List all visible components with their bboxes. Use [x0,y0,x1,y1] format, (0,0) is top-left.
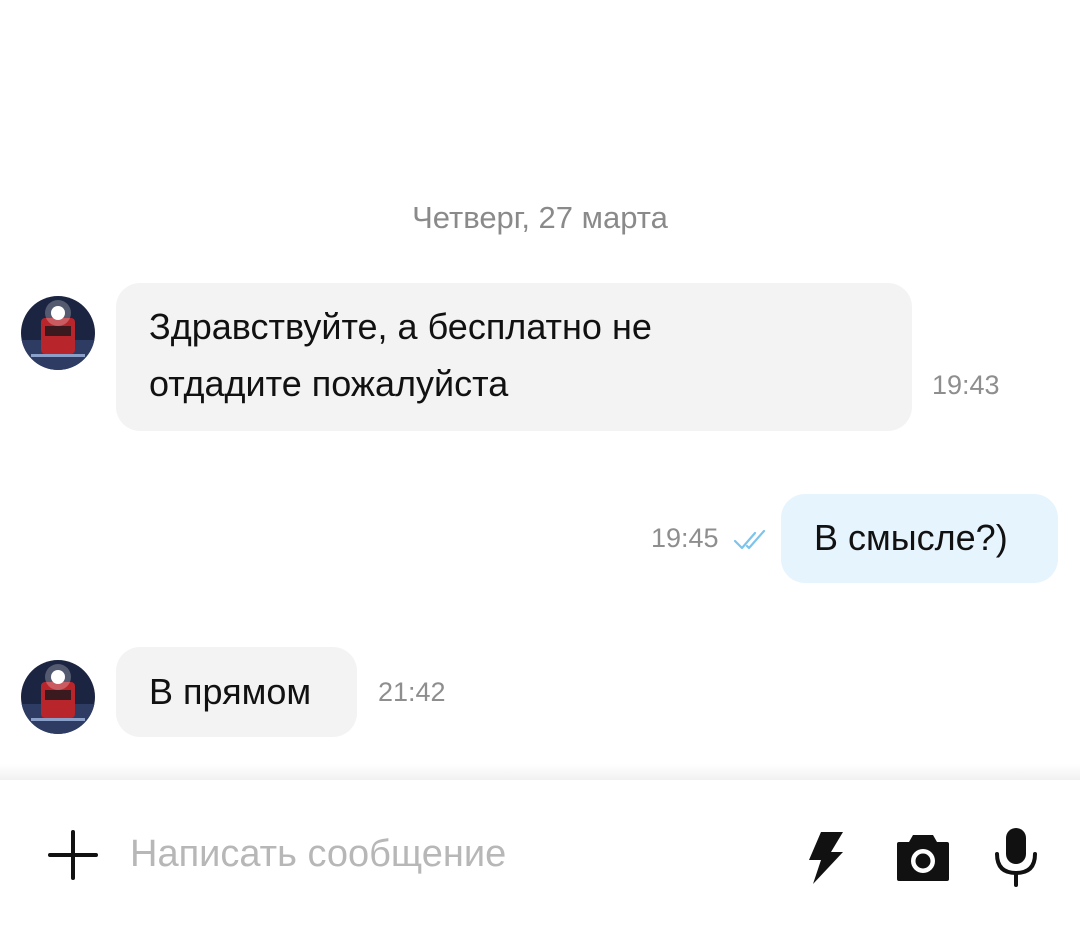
message-composer [0,780,1080,935]
message-bubble-outgoing[interactable]: В смысле?) [781,494,1058,583]
camera-icon[interactable] [893,830,953,884]
sender-avatar[interactable] [21,296,95,370]
message-time: 19:45 [651,523,719,553]
double-check-icon [733,528,771,557]
message-text-line: В прямом [149,671,312,712]
lightning-icon[interactable] [803,828,847,888]
message-text-line: отдадите пожалуйста [149,363,509,404]
microphone-icon[interactable] [993,826,1039,888]
message-text-line: Здравствуйте, а бесплатно не [149,306,652,347]
message-time: 21:42 [378,677,446,707]
plus-icon[interactable] [44,826,102,884]
message-text-line: В смысле?) [814,517,1008,558]
message-time: 19:43 [932,370,1000,400]
message-bubble-incoming[interactable]: В прямом [116,647,357,737]
sender-avatar[interactable] [21,660,95,734]
composer-divider [0,764,1080,780]
message-bubble-incoming[interactable]: Здравствуйте, а бесплатно не отдадите по… [116,283,912,431]
date-separator: Четверг, 27 марта [412,200,668,235]
chat-screen: Четверг, 27 марта Здравствуйте, а беспла… [0,0,1080,935]
message-input[interactable] [130,824,770,884]
